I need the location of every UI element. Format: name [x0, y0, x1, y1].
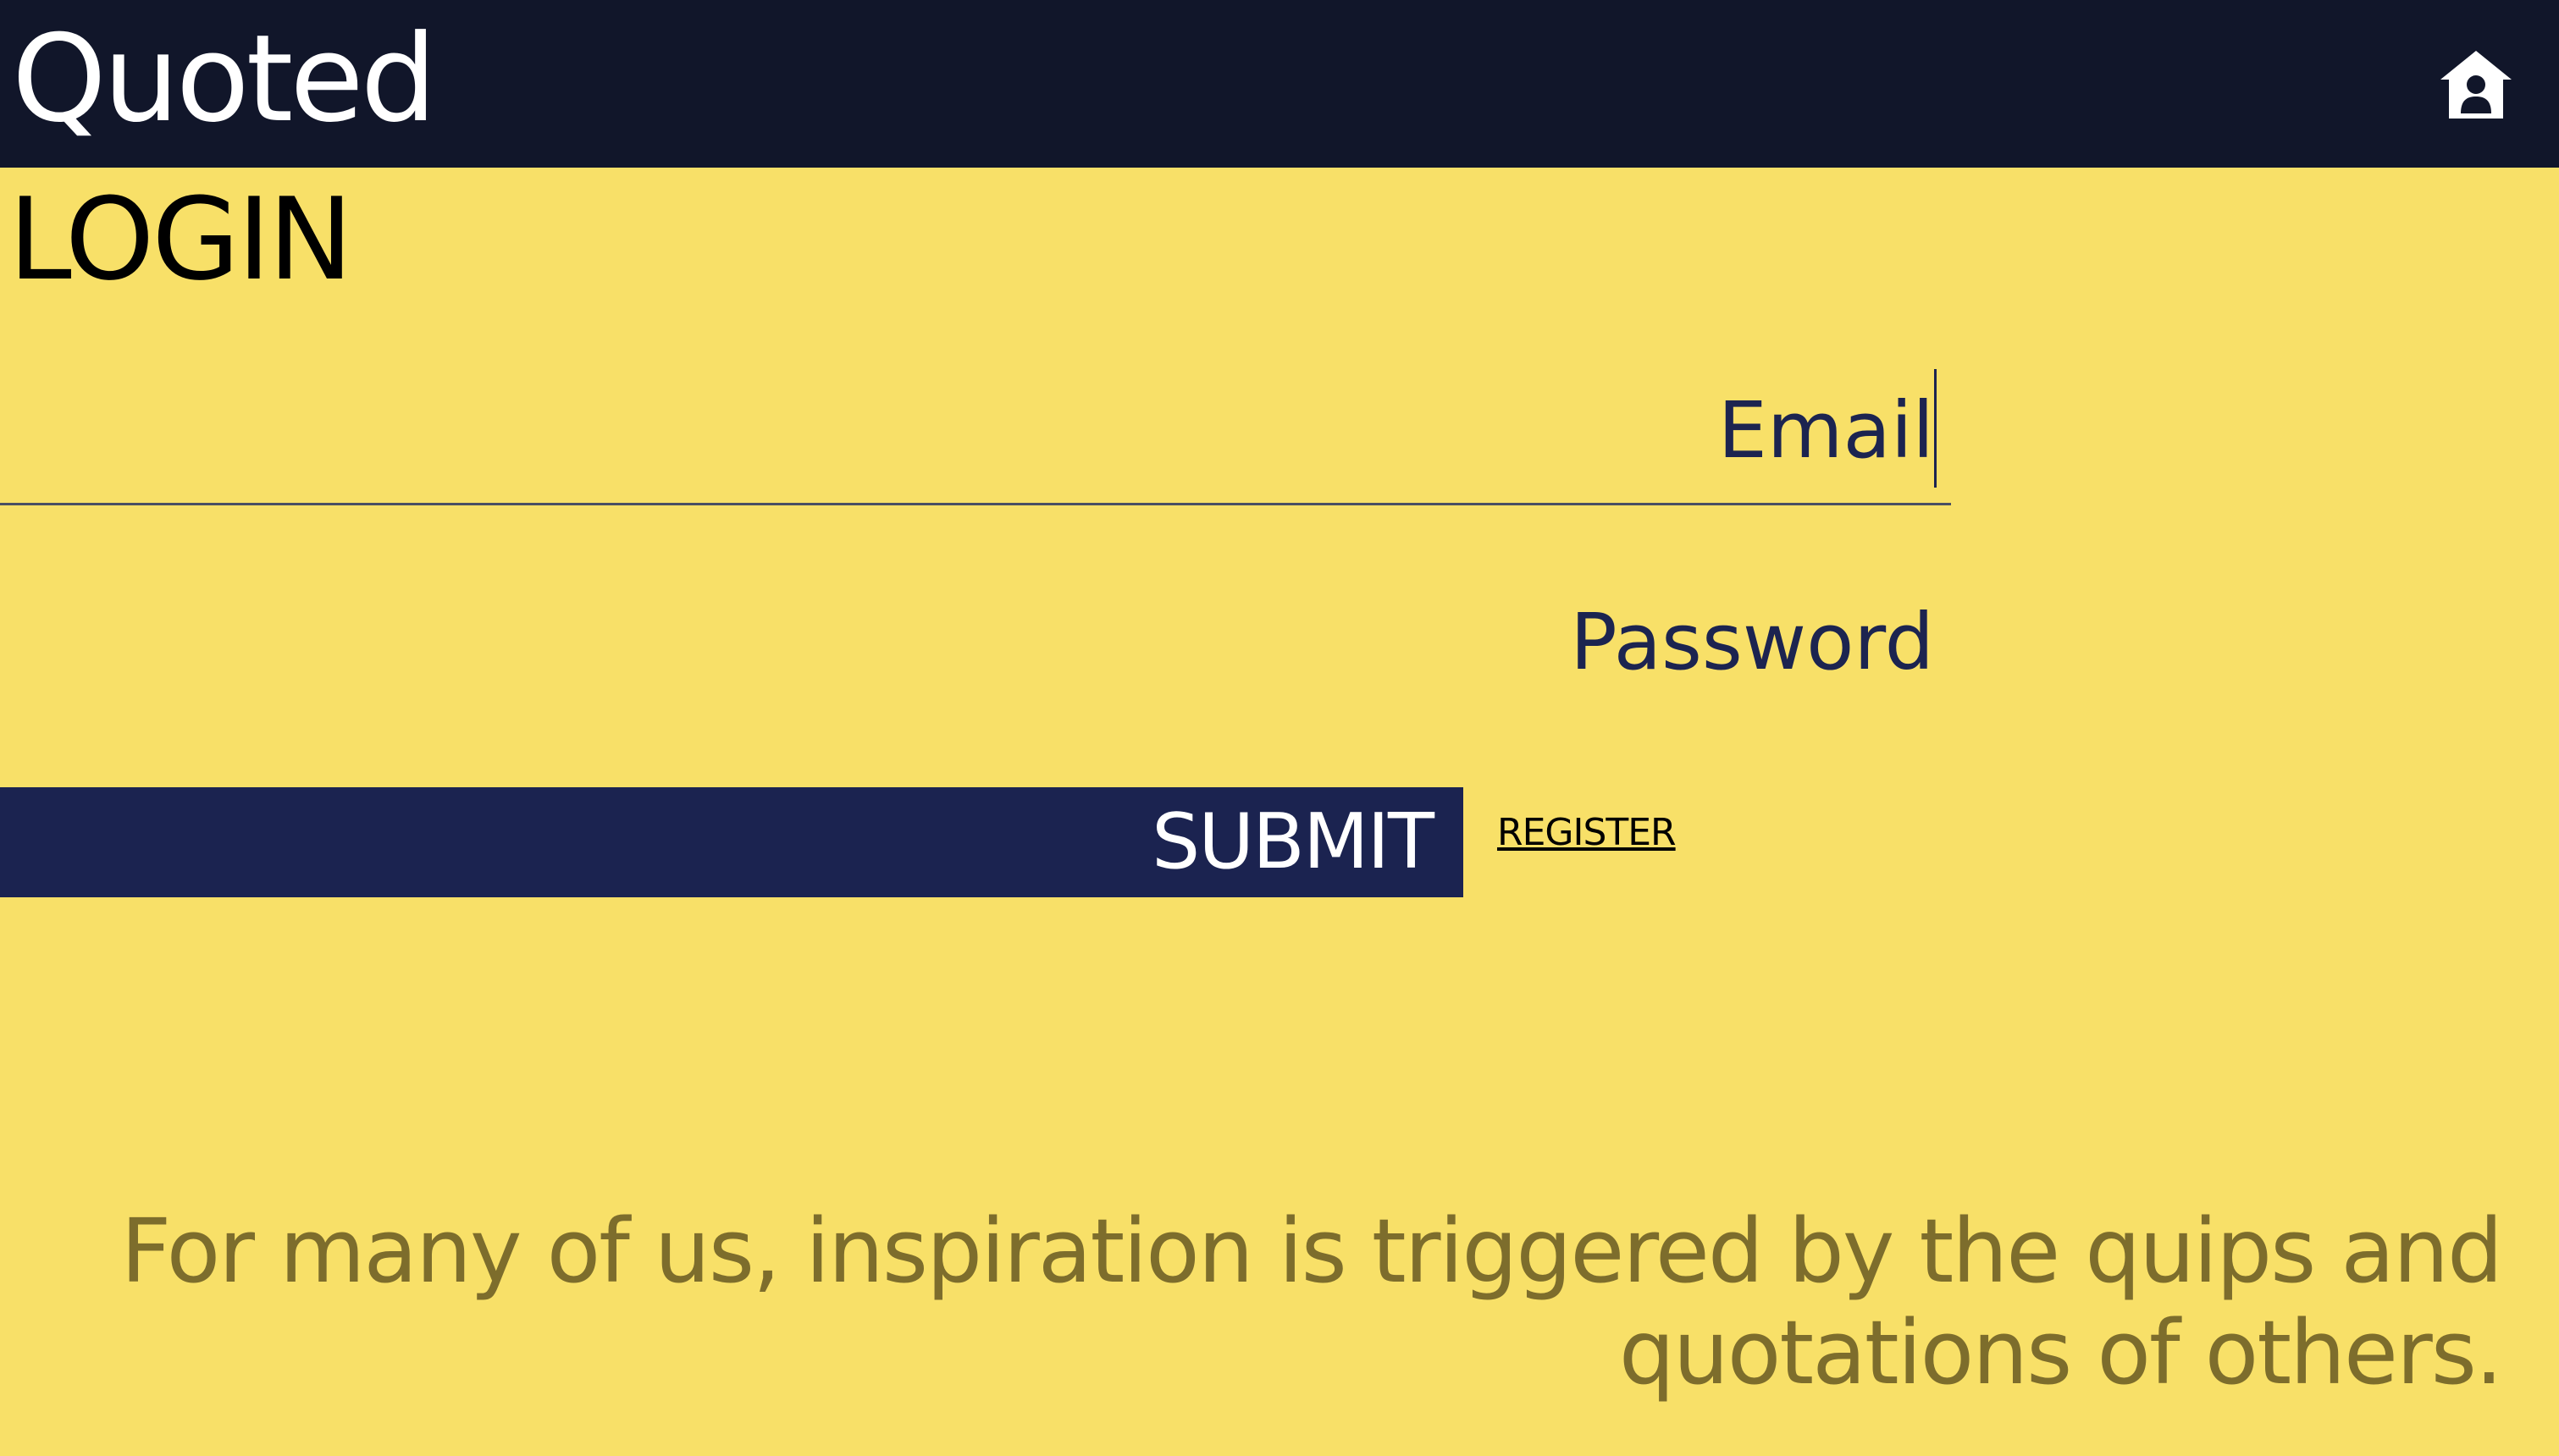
submit-button[interactable]: SUBMIT	[0, 787, 1463, 897]
password-field[interactable]: Password	[0, 587, 1951, 714]
register-link[interactable]: REGISTER	[1497, 808, 1677, 858]
app-logo[interactable]: Quoted	[12, 3, 437, 156]
email-field[interactable]: Email	[0, 376, 1951, 505]
home-icon[interactable]	[2437, 46, 2515, 124]
inspiration-quote: For many of us, inspiration is triggered…	[120, 1200, 2503, 1404]
top-navigation-bar: Quoted	[0, 0, 2559, 168]
page-title: LOGIN	[8, 174, 353, 306]
password-input[interactable]	[0, 587, 1951, 714]
text-cursor	[1934, 369, 1937, 488]
email-input[interactable]	[0, 376, 1951, 503]
home-user-icon-graphic	[2440, 51, 2512, 119]
